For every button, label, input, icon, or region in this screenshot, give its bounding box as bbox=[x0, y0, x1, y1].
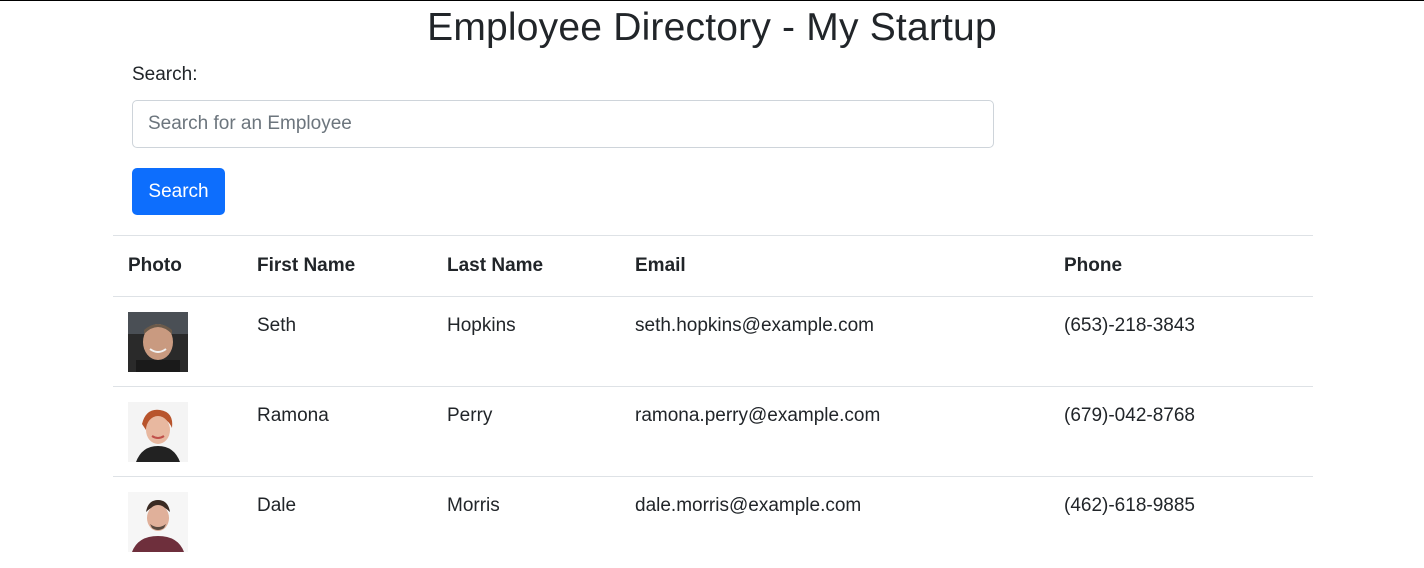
last-name-cell: Perry bbox=[432, 386, 620, 477]
employee-photo bbox=[128, 312, 188, 372]
last-name-cell: Morris bbox=[432, 476, 620, 567]
header-first-name[interactable]: First Name bbox=[242, 235, 432, 297]
last-name-cell: Hopkins bbox=[432, 296, 620, 387]
search-label: Search: bbox=[132, 64, 198, 85]
header-photo[interactable]: Photo bbox=[113, 235, 242, 297]
table-row: Dale Morris dale.morris@example.com (462… bbox=[113, 476, 1313, 567]
first-name-cell: Dale bbox=[242, 476, 432, 567]
email-cell: dale.morris@example.com bbox=[620, 476, 1049, 567]
header-last-name[interactable]: Last Name bbox=[432, 235, 620, 297]
first-name-cell: Ramona bbox=[242, 386, 432, 477]
search-input[interactable] bbox=[132, 100, 994, 148]
table-row: Ramona Perry ramona.perry@example.com (6… bbox=[113, 386, 1313, 477]
employee-photo bbox=[128, 402, 188, 462]
search-button[interactable]: Search bbox=[132, 168, 225, 215]
table-header-row: Photo First Name Last Name Email Phone bbox=[113, 235, 1313, 297]
table-row: Seth Hopkins seth.hopkins@example.com (6… bbox=[113, 296, 1313, 387]
phone-cell: (462)-618-9885 bbox=[1049, 476, 1313, 567]
photo-cell bbox=[113, 476, 242, 567]
first-name-cell: Seth bbox=[242, 296, 432, 387]
email-cell: seth.hopkins@example.com bbox=[620, 296, 1049, 387]
phone-cell: (679)-042-8768 bbox=[1049, 386, 1313, 477]
header-email[interactable]: Email bbox=[620, 235, 1049, 297]
photo-cell bbox=[113, 296, 242, 387]
photo-cell bbox=[113, 386, 242, 477]
page-title: Employee Directory - My Startup bbox=[427, 6, 997, 49]
top-border-line bbox=[0, 0, 1424, 1]
phone-cell: (653)-218-3843 bbox=[1049, 296, 1313, 387]
header-phone[interactable]: Phone bbox=[1049, 235, 1313, 297]
email-cell: ramona.perry@example.com bbox=[620, 386, 1049, 477]
employee-photo bbox=[128, 492, 188, 552]
employee-table: Photo First Name Last Name Email Phone S… bbox=[113, 235, 1313, 567]
